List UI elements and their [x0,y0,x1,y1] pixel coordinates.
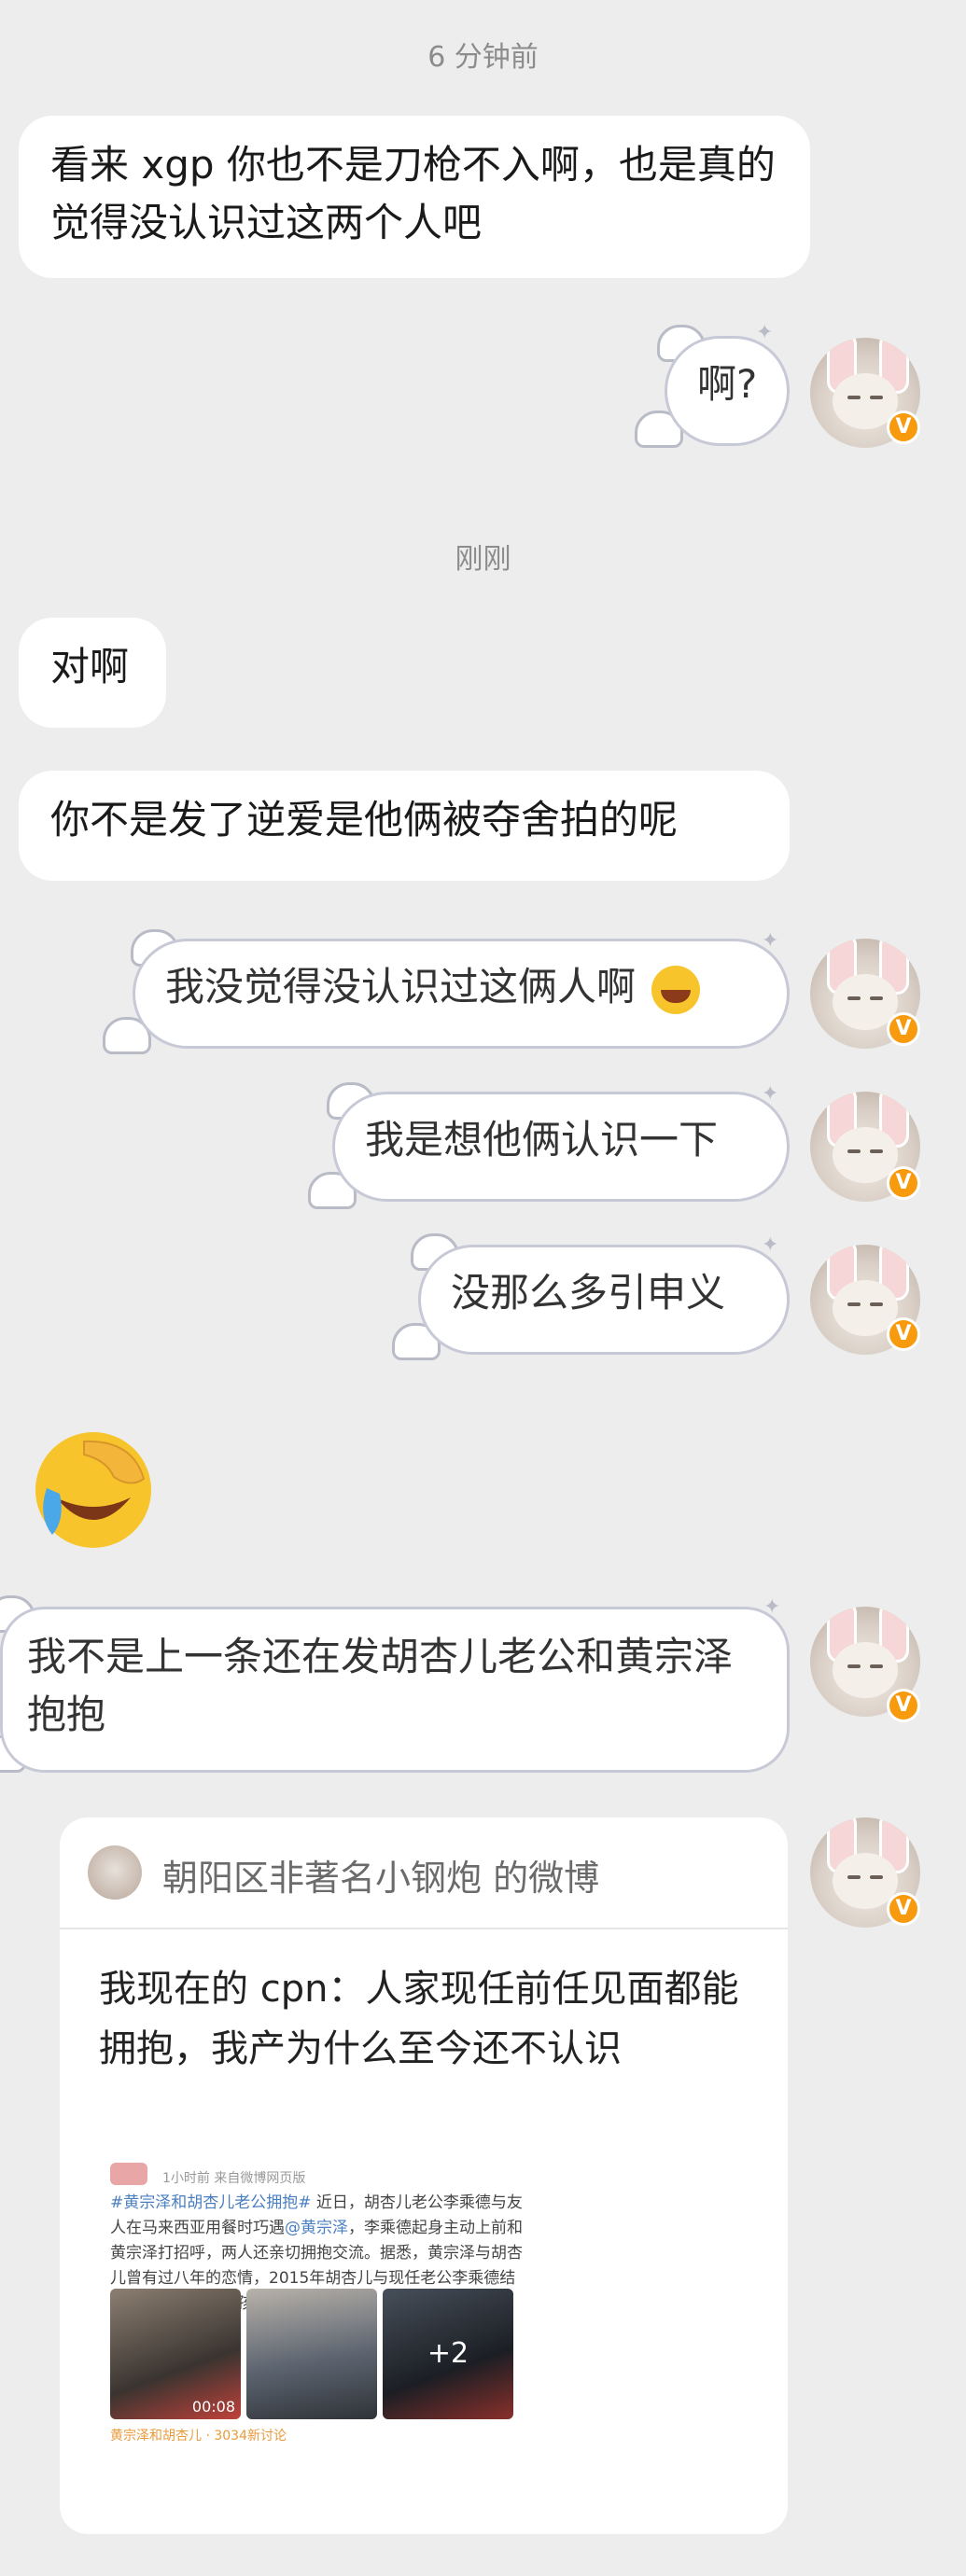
verified-badge-icon: V [887,1166,920,1200]
card-header: 朝阳区非著名小钢炮 的微博 [60,1817,788,1929]
embedded-photo[interactable]: +2 [383,2289,513,2419]
message-bubble-left[interactable]: 看来 xgp 你也不是刀枪不入啊，也是真的觉得没认识过这两个人吧 [19,116,810,278]
message-text: 啊? [697,361,758,407]
card-title: 朝阳区非著名小钢炮 的微博 [162,1858,600,1899]
message-bubble-right[interactable]: 我不是上一条还在发胡杏儿老公和黄宗泽抱抱 [0,1607,790,1773]
message-text: 你不是发了逆爱是他俩被夺舍拍的呢 [50,797,679,842]
embedded-post-screenshot[interactable]: 1小时前 来自微博网页版 #黄宗泽和胡杏儿老公拥抱# 近日，胡杏儿老公李乘德与友… [110,2163,530,2527]
shared-weibo-card[interactable]: 朝阳区非著名小钢炮 的微博 我现在的 cpn：人家现任前任见面都能拥抱，我产为什… [60,1817,788,2534]
embedded-meta: 1小时前 来自微博网页版 [162,2171,306,2186]
message-bubble-right[interactable]: 我是想他俩认识一下 [332,1092,790,1202]
message-text: 对啊 [50,644,130,689]
embedded-video-thumbnail[interactable]: 00:08 [110,2289,241,2419]
timestamp: 6 分钟前 [427,41,539,74]
verified-badge-icon: V [887,411,920,444]
message-bubble-left[interactable]: 你不是发了逆爱是他俩被夺舍拍的呢 [19,771,790,881]
embedded-hashtag[interactable]: #黄宗泽和胡杏儿老公拥抱# [110,2193,312,2212]
embedded-photo[interactable] [246,2289,377,2419]
message-text: 没那么多引申义 [451,1270,726,1316]
verified-badge-icon: V [887,1689,920,1722]
embedded-mention[interactable]: @黄宗泽 [285,2219,348,2237]
verified-badge-icon: V [887,1012,920,1046]
face-palm-crying-emoji-icon[interactable] [28,1423,159,1553]
timestamp: 刚刚 [455,543,511,576]
message-text: 我不是上一条还在发胡杏儿老公和黄宗泽抱抱 [27,1634,734,1737]
message-bubble-right[interactable]: 啊? [665,336,790,446]
message-text: 看来 xgp 你也不是刀枪不入啊，也是真的觉得没认识过这两个人吧 [50,142,776,245]
message-bubble-right[interactable]: 没那么多引申义 [418,1245,790,1355]
embedded-footer: 黄宗泽和胡杏儿 · 3034新讨论 [110,2429,287,2444]
message-bubble-left[interactable]: 对啊 [19,618,166,728]
verified-badge-icon: V [887,1317,920,1351]
video-duration: 00:08 [191,2398,235,2416]
message-text: 我没觉得没认识过这俩人啊 [165,964,637,1010]
message-bubble-right[interactable]: 我没觉得没认识过这俩人啊 [133,939,790,1049]
message-text: 我是想他俩认识一下 [365,1117,719,1163]
card-author-avatar [88,1845,142,1900]
verified-badge-icon: V [887,1892,920,1926]
embedded-avatar [110,2163,147,2185]
more-photos-count: +2 [383,2289,513,2419]
card-post-text: 我现在的 cpn：人家现任前任见面都能拥抱，我产为什么至今还不认识 [99,1968,739,2070]
laughing-emoji-icon [651,965,701,1014]
